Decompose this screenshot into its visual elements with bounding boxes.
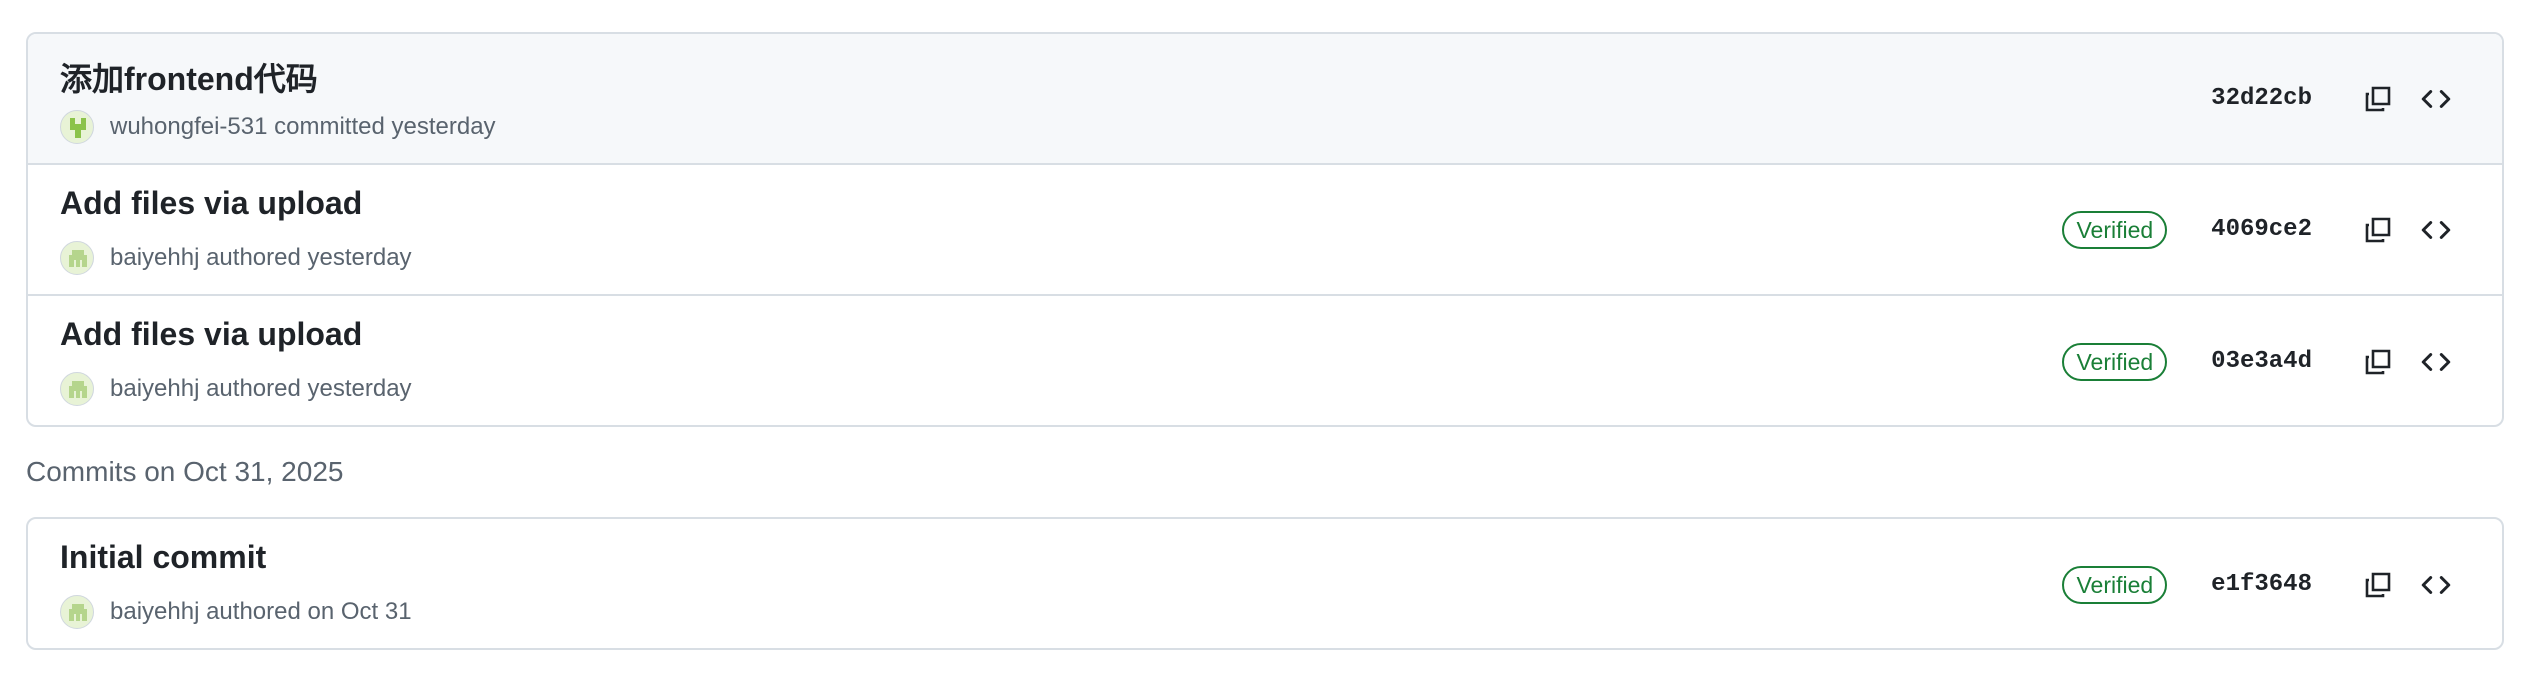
commit-author[interactable]: baiyehhj — [110, 375, 199, 403]
commit-actions: Verified 03e3a4d — [2062, 296, 2458, 425]
commit-group-2: Initial commit baiyehhj authored on Oct … — [26, 517, 2504, 650]
commit-author[interactable]: baiyehhj — [110, 598, 199, 626]
copy-icon[interactable] — [2356, 340, 2400, 384]
commit-time: yesterday — [307, 244, 412, 271]
commit-author[interactable]: baiyehhj — [110, 244, 199, 272]
commit-sha[interactable]: 32d22cb — [2211, 85, 2312, 112]
commit-time: yesterday — [391, 113, 496, 140]
commit-row: 添加frontend代码 wuhongfei-531 committed yes… — [28, 34, 2502, 165]
copy-icon[interactable] — [2356, 208, 2400, 252]
commit-sha[interactable]: 03e3a4d — [2211, 348, 2312, 375]
commit-action: committed — [274, 113, 385, 140]
commit-group-1: 添加frontend代码 wuhongfei-531 committed yes… — [26, 32, 2504, 427]
avatar[interactable] — [60, 595, 94, 629]
commit-meta: baiyehhj authored on Oct 31 — [60, 595, 412, 629]
code-icon[interactable] — [2414, 208, 2458, 252]
commit-time: yesterday — [307, 375, 412, 402]
copy-icon[interactable] — [2356, 77, 2400, 121]
commit-action: authored — [206, 375, 301, 402]
avatar[interactable] — [60, 372, 94, 406]
avatar[interactable] — [60, 110, 94, 144]
verified-badge[interactable]: Verified — [2062, 210, 2168, 249]
code-icon[interactable] — [2414, 340, 2458, 384]
commit-meta: wuhongfei-531 committed yesterday — [60, 110, 496, 144]
commit-title[interactable]: Add files via upload — [60, 316, 362, 353]
commit-meta: baiyehhj authored yesterday — [60, 241, 412, 275]
commit-title[interactable]: Add files via upload — [60, 185, 362, 222]
code-icon[interactable] — [2414, 77, 2458, 121]
copy-icon[interactable] — [2356, 563, 2400, 607]
commit-author[interactable]: wuhongfei-531 — [110, 113, 267, 141]
commit-title[interactable]: Initial commit — [60, 539, 266, 576]
commit-sha[interactable]: e1f3648 — [2211, 571, 2312, 598]
commit-title[interactable]: 添加frontend代码 — [60, 54, 318, 100]
verified-badge[interactable]: Verified — [2062, 342, 2168, 381]
commit-actions: 32d22cb — [2211, 34, 2458, 163]
commit-date-heading: Commits on Oct 31, 2025 — [26, 456, 344, 487]
commit-row: Initial commit baiyehhj authored on Oct … — [28, 519, 2502, 648]
commit-sha[interactable]: 4069ce2 — [2211, 216, 2312, 243]
commit-time: on Oct 31 — [307, 598, 412, 625]
commit-action: authored — [206, 244, 301, 271]
avatar[interactable] — [60, 241, 94, 275]
commit-row: Add files via upload baiyehhj authored y… — [28, 296, 2502, 425]
commit-actions: Verified e1f3648 — [2062, 519, 2458, 648]
commit-action: authored — [206, 598, 301, 625]
code-icon[interactable] — [2414, 563, 2458, 607]
commit-row: Add files via upload baiyehhj authored y… — [28, 165, 2502, 296]
verified-badge[interactable]: Verified — [2062, 565, 2168, 604]
commit-meta: baiyehhj authored yesterday — [60, 372, 412, 406]
commit-actions: Verified 4069ce2 — [2062, 165, 2458, 294]
